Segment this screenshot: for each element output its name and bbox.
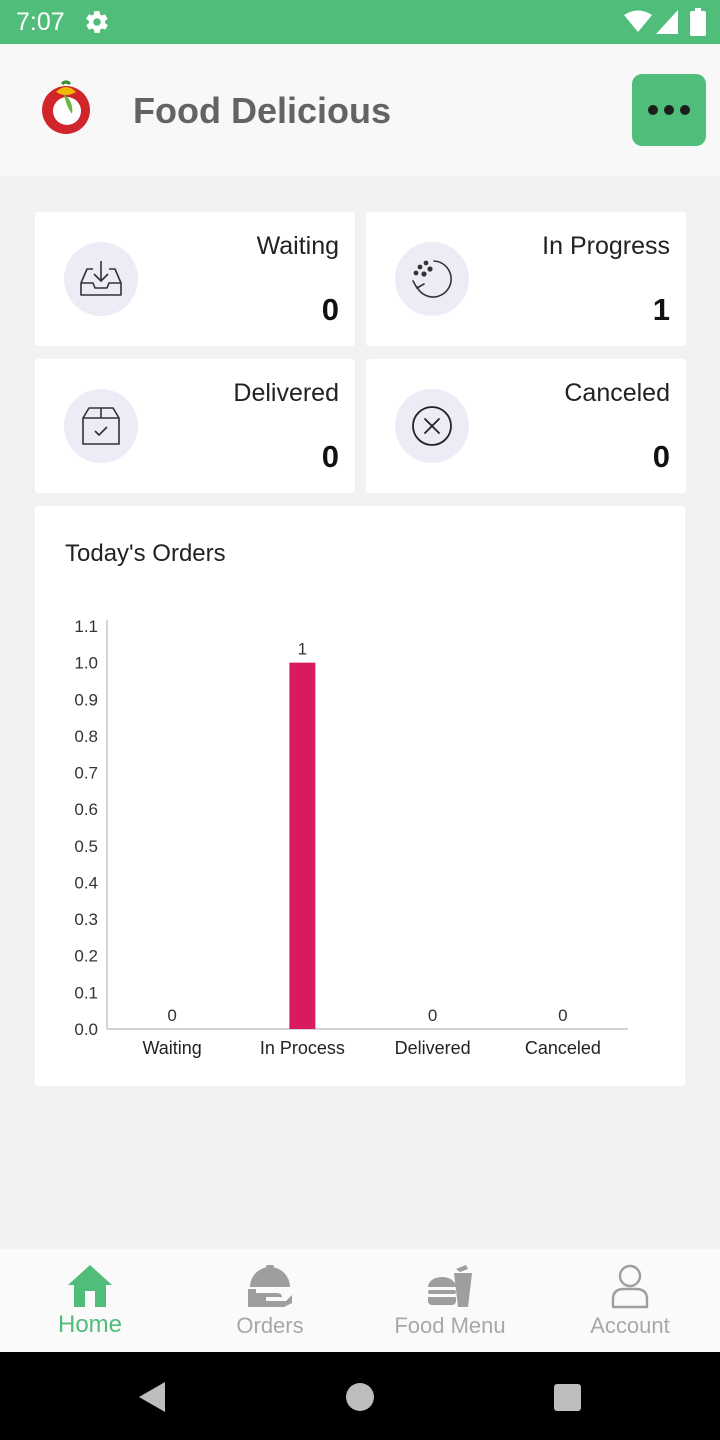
- more-dot: [680, 105, 690, 115]
- stat-card-in-progress[interactable]: In Progress 1: [366, 212, 686, 346]
- stat-icon-circle: [64, 389, 138, 463]
- cancel-circle-icon: [412, 406, 452, 446]
- system-navigation-bar: [0, 1352, 720, 1440]
- tomato-logo-icon: [42, 80, 90, 134]
- stat-value: 0: [652, 439, 670, 474]
- person-icon: [611, 1264, 649, 1309]
- app-header: Food Delicious: [0, 44, 720, 176]
- status-bar: 7:07: [0, 0, 720, 44]
- stat-label: Canceled: [564, 379, 670, 407]
- app-title: Food Delicious: [133, 90, 392, 131]
- more-menu-button[interactable]: [632, 74, 706, 146]
- stat-label: Delivered: [233, 379, 339, 407]
- back-icon[interactable]: [137, 1381, 167, 1413]
- bar-value-label: 0: [167, 1006, 176, 1025]
- y-tick-label: 0.7: [74, 764, 98, 783]
- more-horizontal-icon: [648, 105, 658, 115]
- bar-value-label: 0: [558, 1006, 567, 1025]
- x-tick-label: Delivered: [395, 1038, 471, 1058]
- y-tick-label: 0.4: [74, 873, 98, 892]
- signal-icon: [656, 10, 678, 34]
- bottom-navigation: Home Orders Food Menu Account: [0, 1249, 720, 1352]
- y-tick-label: 0.9: [74, 690, 98, 709]
- stat-card-delivered[interactable]: Delivered 0: [35, 359, 355, 493]
- home-icon: [68, 1265, 112, 1307]
- nav-label: Orders: [236, 1313, 304, 1338]
- gear-icon: [86, 11, 108, 33]
- battery-icon: [690, 8, 706, 36]
- y-tick-label: 0.1: [74, 983, 98, 1002]
- nav-label: Food Menu: [394, 1313, 506, 1338]
- bar-value-label: 1: [298, 640, 307, 659]
- orders-bar-chart: 0.0 0.1 0.2 0.3 0.4 0.5 0.6 0.7 0.8 0.9 1.0 1.1 0 Wai…: [74, 617, 628, 1058]
- stat-value: 1: [652, 292, 670, 327]
- package-check-icon: [82, 407, 120, 445]
- nav-label: Home: [57, 1311, 123, 1338]
- stat-card-canceled[interactable]: Canceled 0: [366, 359, 686, 493]
- bar: [289, 662, 316, 1029]
- wifi-icon: [624, 10, 652, 32]
- stat-icon-circle: [64, 242, 138, 316]
- x-tick-label: Waiting: [142, 1038, 201, 1058]
- todays-orders-chart-card: Today's Orders 0.0 0.1 0.2 0.3 0.4 0.5 0.6 0.7 0…: [35, 506, 685, 1086]
- nav-item-orders[interactable]: Orders: [180, 1249, 360, 1352]
- bar-value-label: 0: [428, 1006, 437, 1025]
- y-tick-label: 0.8: [74, 727, 98, 746]
- fast-food-icon: [428, 1265, 472, 1307]
- y-tick-label: 1.0: [74, 654, 98, 673]
- more-dot: [664, 105, 674, 115]
- y-tick-label: 0.6: [74, 800, 98, 819]
- stat-value: 0: [321, 439, 339, 474]
- inbox-icon: [80, 261, 122, 296]
- x-tick-label: In Process: [260, 1038, 345, 1058]
- y-tick-label: 0.2: [74, 947, 98, 966]
- y-tick-label: 0.3: [74, 910, 98, 929]
- status-time: 7:07: [16, 8, 65, 36]
- nav-item-home[interactable]: Home: [0, 1249, 180, 1352]
- nav-label: Account: [590, 1313, 670, 1338]
- stat-label: Waiting: [256, 232, 339, 260]
- y-tick-label: 1.1: [74, 617, 98, 636]
- stat-label: In Progress: [542, 232, 670, 260]
- nav-item-food-menu[interactable]: Food Menu: [360, 1249, 540, 1352]
- x-tick-label: Canceled: [525, 1038, 601, 1058]
- stat-icon-circle: [395, 242, 469, 316]
- nav-item-account[interactable]: Account: [540, 1249, 720, 1352]
- home-circle-icon[interactable]: [346, 1383, 374, 1411]
- stat-card-waiting[interactable]: Waiting 0: [35, 212, 355, 346]
- serving-dish-icon: [248, 1265, 292, 1307]
- recents-square-icon[interactable]: [554, 1384, 581, 1411]
- stat-icon-circle: [395, 389, 469, 463]
- y-tick-label: 0.0: [74, 1020, 98, 1039]
- progress-icon: [412, 260, 452, 298]
- stat-value: 0: [321, 292, 339, 327]
- y-tick-label: 0.5: [74, 837, 98, 856]
